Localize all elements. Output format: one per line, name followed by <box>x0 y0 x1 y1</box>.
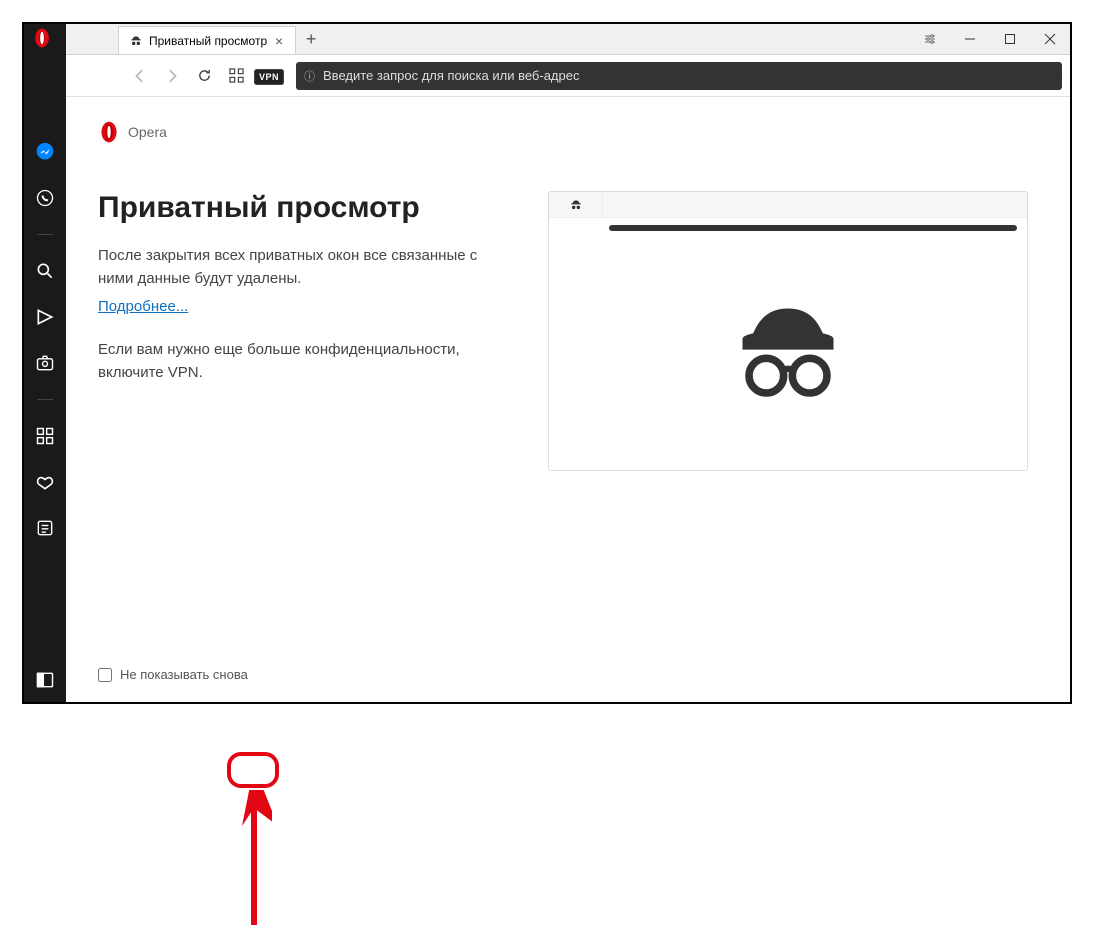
vpn-hint-text: Если вам нужно еще больше конфиденциальн… <box>98 339 488 384</box>
address-bar[interactable]: ⓘ <box>296 62 1062 90</box>
nav-back-button[interactable] <box>126 62 154 90</box>
bookmarks-icon[interactable] <box>35 472 55 492</box>
vpn-toggle-button[interactable]: VPN <box>254 67 284 85</box>
tab-title: Приватный просмотр <box>149 34 267 48</box>
whatsapp-icon[interactable] <box>35 188 55 208</box>
speed-dial-button[interactable] <box>222 62 250 90</box>
vpn-badge-label: VPN <box>254 69 284 85</box>
easy-setup-button[interactable] <box>910 24 950 54</box>
history-icon[interactable] <box>35 518 55 538</box>
annotation-circle <box>227 752 279 788</box>
page-content: Opera Приватный просмотр После закрытия … <box>66 97 1070 702</box>
private-illustration <box>548 191 1028 471</box>
page-description: После закрытия всех приватных окон все с… <box>98 245 488 290</box>
address-input[interactable] <box>323 68 1054 83</box>
new-tab-button[interactable]: + <box>296 24 326 54</box>
learn-more-link[interactable]: Подробнее... <box>98 298 188 315</box>
speed-dial-icon[interactable] <box>35 426 55 446</box>
dont-show-label: Не показывать снова <box>120 667 248 682</box>
sidebar-divider <box>37 399 53 400</box>
personal-news-icon[interactable] <box>35 307 55 327</box>
window-minimize-button[interactable] <box>950 24 990 54</box>
sidebar <box>24 97 66 702</box>
annotation-arrow <box>242 790 272 935</box>
opera-logo-icon <box>98 121 120 143</box>
security-icon: ⓘ <box>304 68 315 84</box>
window-close-button[interactable] <box>1030 24 1070 54</box>
nav-forward-button[interactable] <box>158 62 186 90</box>
dont-show-row[interactable]: Не показывать снова <box>98 667 248 682</box>
opera-menu-button[interactable] <box>32 28 54 50</box>
tab-close-button[interactable]: × <box>273 35 285 47</box>
incognito-icon <box>129 34 143 48</box>
opera-brand: Opera <box>98 121 1038 143</box>
snapshot-icon[interactable] <box>35 353 55 373</box>
search-icon[interactable] <box>35 261 55 281</box>
incognito-large-icon <box>723 289 853 419</box>
page-title: Приватный просмотр <box>98 191 488 225</box>
window-maximize-button[interactable] <box>990 24 1030 54</box>
messenger-icon[interactable] <box>35 142 55 162</box>
sidebar-divider <box>37 234 53 235</box>
opera-brand-label: Opera <box>128 124 167 140</box>
sidebar-toggle-icon[interactable] <box>35 670 55 690</box>
incognito-icon <box>569 198 583 212</box>
tab-private[interactable]: Приватный просмотр × <box>118 26 296 54</box>
nav-reload-button[interactable] <box>190 62 218 90</box>
dont-show-checkbox[interactable] <box>98 668 112 682</box>
